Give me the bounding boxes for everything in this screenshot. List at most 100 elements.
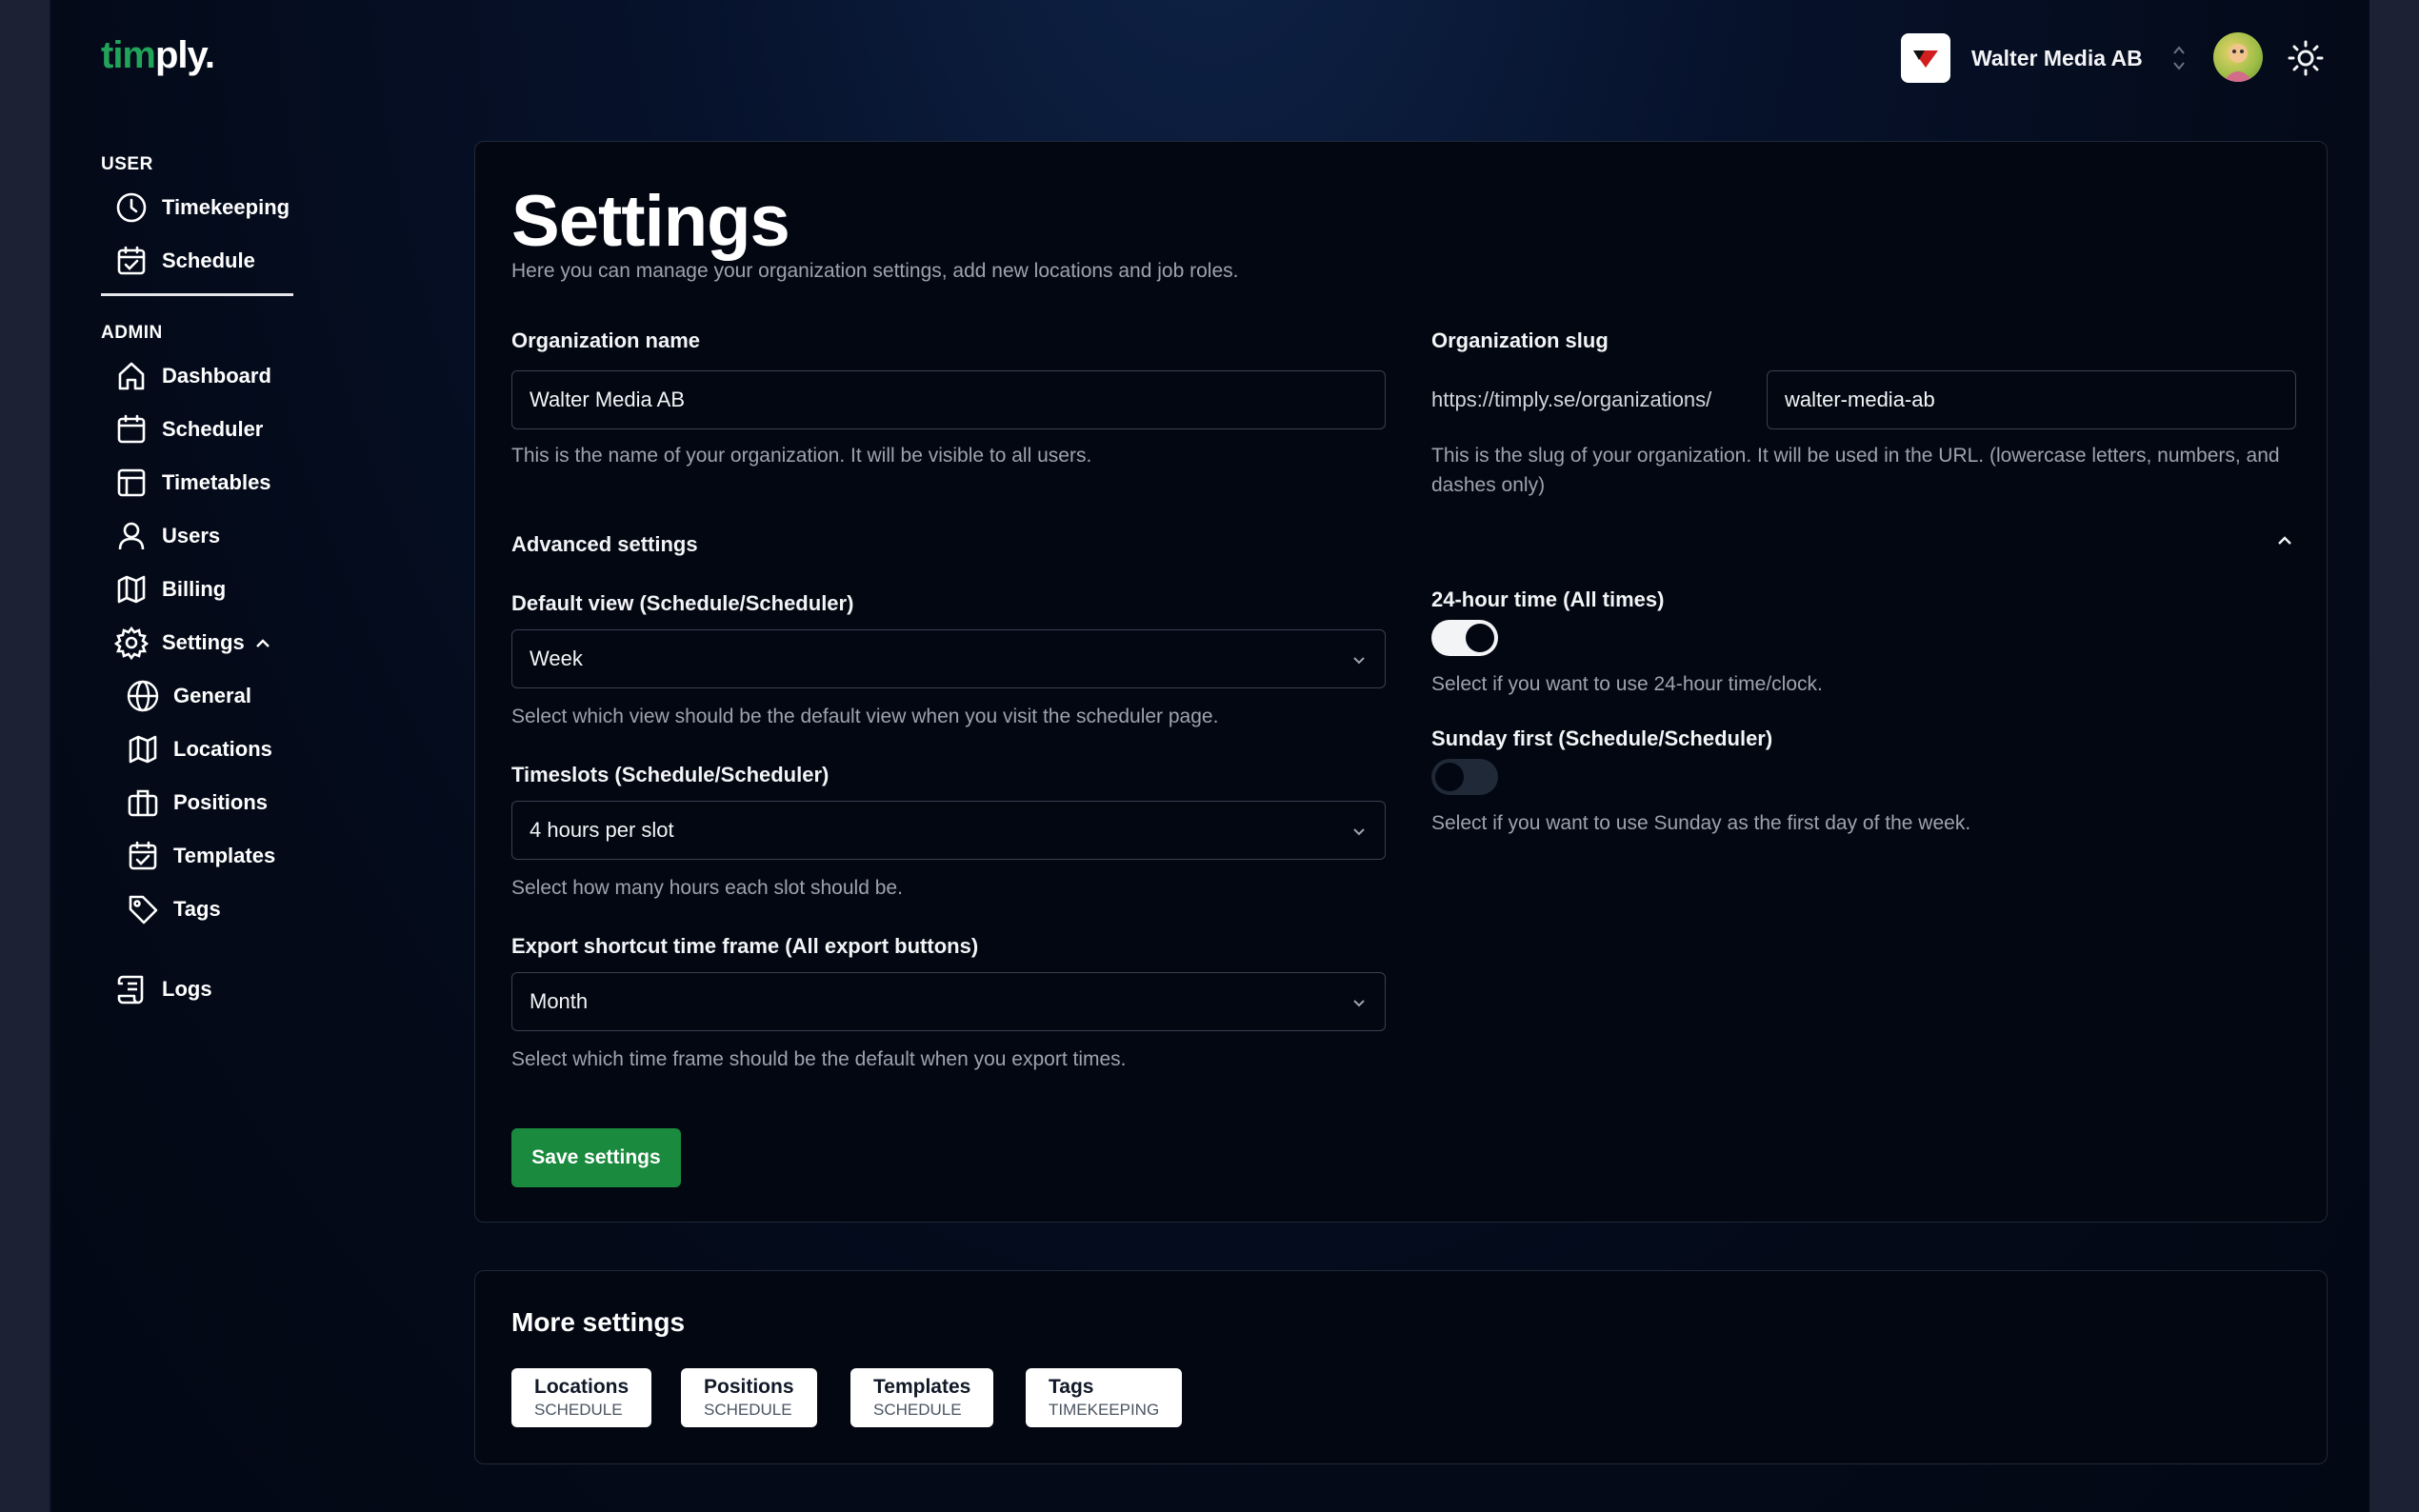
- sidebar-item-label: Settings: [162, 630, 245, 654]
- org-slug-input[interactable]: walter-media-ab: [1767, 370, 2296, 429]
- sunday-first-help: Select if you want to use Sunday as the …: [1431, 812, 1971, 834]
- sidebar-item-label: Billing: [162, 577, 227, 601]
- sidebar-section-user: USER: [101, 154, 153, 174]
- sidebar-divider: [101, 293, 293, 296]
- sidebar-item-templates[interactable]: Templates: [101, 829, 349, 883]
- sidebar-item-timetables[interactable]: Timetables: [101, 456, 349, 509]
- default-view-help: Select which view should be the default …: [511, 706, 1219, 727]
- calendar-icon: [114, 412, 149, 447]
- default-view-value: Week: [530, 647, 583, 670]
- export-timeframe-value: Month: [530, 989, 589, 1013]
- sidebar-item-label: Locations: [173, 737, 272, 761]
- org-slug-label: Organization slug: [1431, 328, 1609, 352]
- export-timeframe-select[interactable]: Month: [511, 972, 1386, 1031]
- chevron-up-icon[interactable]: [2275, 534, 2294, 552]
- map-icon: [114, 572, 149, 607]
- toggle-knob: [1466, 624, 1494, 652]
- sidebar-item-settings[interactable]: Settings: [101, 616, 349, 669]
- timeslots-help: Select how many hours each slot should b…: [511, 877, 903, 899]
- timeslots-value: 4 hours per slot: [530, 818, 674, 842]
- org-name-label: Organization name: [511, 328, 701, 352]
- scroll-icon: [114, 972, 149, 1006]
- chip-subtitle: TIMEKEEPING: [1049, 1401, 1160, 1419]
- sidebar-item-label: Timekeeping: [162, 195, 290, 219]
- sidebar-item-label: Templates: [173, 844, 276, 867]
- more-settings-chip-locations[interactable]: Locations SCHEDULE: [511, 1368, 652, 1427]
- org-slug-help: This is the slug of your organization. I…: [1431, 445, 2280, 496]
- sidebar-item-label: Logs: [162, 977, 212, 1001]
- sidebar-item-label: Timetables: [162, 470, 271, 494]
- sidebar-section-admin: ADMIN: [101, 323, 163, 343]
- clock-icon: [114, 190, 149, 225]
- sidebar-item-locations[interactable]: Locations: [101, 723, 349, 776]
- user-icon: [114, 519, 149, 553]
- org-name-help: This is the name of your organization. I…: [511, 445, 1092, 467]
- gear-icon: [114, 626, 149, 660]
- logo-text-green: tim: [101, 34, 156, 76]
- chip-title: Templates: [873, 1376, 971, 1398]
- default-view-select[interactable]: Week: [511, 629, 1386, 688]
- timeslots-label: Timeslots (Schedule/Scheduler): [511, 763, 830, 786]
- more-settings-card: More settings Locations SCHEDULE Positio…: [474, 1270, 2328, 1464]
- chevron-up-icon: [254, 630, 271, 655]
- sidebar-item-positions[interactable]: Positions: [101, 776, 349, 829]
- sidebar-item-schedule[interactable]: Schedule: [101, 234, 349, 288]
- more-settings-chip-templates[interactable]: Templates SCHEDULE: [850, 1368, 994, 1427]
- home-icon: [114, 359, 149, 393]
- toggle-knob: [1435, 763, 1464, 791]
- chevron-down-icon: [1350, 818, 1368, 843]
- sidebar-item-logs[interactable]: Logs: [101, 963, 349, 1016]
- default-view-label: Default view (Schedule/Scheduler): [511, 591, 854, 615]
- chip-subtitle: SCHEDULE: [534, 1401, 623, 1419]
- sunday-first-toggle[interactable]: [1431, 759, 1498, 795]
- timeslots-select[interactable]: 4 hours per slot: [511, 801, 1386, 860]
- org-slug-prefix: https://timply.se/organizations/: [1431, 388, 1712, 411]
- sidebar-item-billing[interactable]: Billing: [101, 563, 349, 616]
- chevron-down-icon: [1350, 647, 1368, 671]
- sidebar-item-timekeeping[interactable]: Timekeeping: [101, 181, 349, 234]
- settings-card: Settings Here you can manage your organi…: [474, 141, 2328, 1223]
- theme-toggle-sun-icon[interactable]: [2284, 36, 2328, 80]
- page-title: Settings: [511, 181, 790, 262]
- user-avatar[interactable]: [2213, 32, 2263, 82]
- hour24-label: 24-hour time (All times): [1431, 587, 1665, 611]
- calendar-check-icon: [114, 244, 149, 278]
- sidebar-item-label: Users: [162, 524, 221, 547]
- globe-icon: [126, 679, 160, 713]
- sunday-first-label: Sunday first (Schedule/Scheduler): [1431, 726, 1773, 750]
- tag-icon: [126, 892, 160, 926]
- calendar-check-icon: [126, 839, 160, 873]
- chip-subtitle: SCHEDULE: [704, 1401, 792, 1419]
- organization-name: Walter Media AB: [1971, 45, 2143, 70]
- sidebar-item-general[interactable]: General: [101, 669, 349, 723]
- hour24-help: Select if you want to use 24-hour time/c…: [1431, 673, 1823, 695]
- organization-switcher[interactable]: Walter Media AB: [1901, 32, 2187, 84]
- more-settings-chip-positions[interactable]: Positions SCHEDULE: [681, 1368, 817, 1427]
- sidebar-item-dashboard[interactable]: Dashboard: [101, 349, 349, 403]
- export-timeframe-label: Export shortcut time frame (All export b…: [511, 934, 979, 958]
- export-timeframe-help: Select which time frame should be the de…: [511, 1048, 1127, 1070]
- sidebar-item-label: Dashboard: [162, 364, 271, 388]
- sidebar-item-label: Scheduler: [162, 417, 264, 441]
- hour24-toggle[interactable]: [1431, 620, 1498, 656]
- briefcase-icon: [126, 786, 160, 820]
- save-settings-button[interactable]: Save settings: [511, 1128, 681, 1187]
- organization-logo-icon: [1901, 33, 1950, 83]
- chip-title: Tags: [1049, 1376, 1094, 1398]
- sidebar: USER Timekeeping Schedule ADMIN Dashboar…: [101, 149, 349, 1016]
- more-settings-chip-tags[interactable]: Tags TIMEKEEPING: [1026, 1368, 1183, 1427]
- chevron-down-icon: [1350, 989, 1368, 1014]
- sidebar-item-label: Schedule: [162, 249, 255, 272]
- app-window: timply. Walter Media AB USER Timekeeping: [51, 0, 2369, 1512]
- chip-subtitle: SCHEDULE: [873, 1401, 962, 1419]
- org-name-input[interactable]: Walter Media AB: [511, 370, 1386, 429]
- map-icon: [126, 732, 160, 766]
- sidebar-item-users[interactable]: Users: [101, 509, 349, 563]
- timply-logo[interactable]: timply.: [101, 34, 215, 77]
- page-subtitle: Here you can manage your organization se…: [511, 260, 1239, 282]
- advanced-settings-toggle[interactable]: Advanced settings: [511, 532, 698, 557]
- sidebar-item-tags[interactable]: Tags: [101, 883, 349, 936]
- chip-title: Positions: [704, 1376, 794, 1398]
- sidebar-item-scheduler[interactable]: Scheduler: [101, 403, 349, 456]
- table-icon: [114, 466, 149, 500]
